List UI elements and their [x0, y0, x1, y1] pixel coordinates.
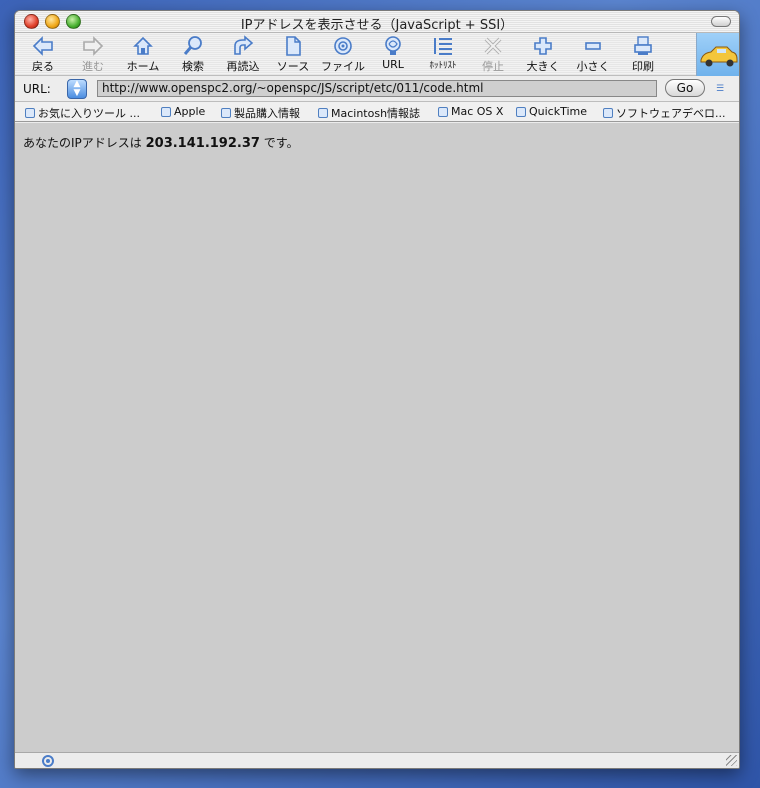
source-label: ソース	[276, 60, 310, 73]
file-label: ファイル	[321, 60, 365, 73]
bigger-button[interactable]: 大きく	[518, 35, 568, 74]
ip-prefix: あなたのIPアドレスは	[23, 136, 142, 150]
favorite-label: QuickTime	[529, 105, 588, 118]
car-logo-icon	[700, 46, 738, 67]
forward-arrow-icon	[68, 35, 118, 57]
folder-icon	[318, 108, 328, 118]
search-icon	[168, 35, 218, 57]
connection-status-icon	[42, 755, 54, 767]
favorite-item[interactable]: Mac OS X	[438, 105, 503, 118]
hotlist-icon	[418, 35, 468, 57]
minus-icon	[568, 35, 618, 57]
source-button[interactable]: ソース	[268, 35, 318, 74]
forward-button[interactable]: 進む	[68, 35, 118, 74]
smaller-button[interactable]: 小さく	[568, 35, 618, 74]
url-field-label: URL:	[23, 82, 51, 96]
url-history-popup[interactable]: ▲ ▼	[67, 79, 87, 99]
ip-message: あなたのIPアドレスは 203.141.192.37 です。	[23, 134, 299, 151]
ip-suffix: です。	[263, 136, 299, 150]
favorite-item[interactable]: ソフトウェアデベロ...	[603, 105, 726, 121]
home-label: ホーム	[126, 60, 160, 73]
favorite-label: Mac OS X	[451, 105, 504, 118]
back-label: 戻る	[32, 60, 54, 73]
reload-icon	[218, 35, 268, 57]
home-icon	[118, 35, 168, 57]
print-icon	[618, 35, 668, 57]
folder-icon	[516, 106, 526, 117]
stop-button[interactable]: 停止	[468, 35, 518, 74]
reload-button[interactable]: 再読込	[218, 35, 268, 74]
favorite-item[interactable]: Macintosh情報誌	[318, 105, 420, 121]
toolbar-toggle-button[interactable]	[711, 16, 731, 27]
favorite-label: お気に入りツール ...	[38, 107, 140, 120]
browser-logo[interactable]	[696, 33, 739, 76]
title-bar[interactable]: IPアドレスを表示させる（JavaScript + SSI）	[15, 11, 739, 33]
document-icon	[438, 106, 448, 117]
home-button[interactable]: ホーム	[118, 35, 168, 74]
favorite-label: 製品購入情報	[234, 107, 300, 120]
folder-icon	[603, 108, 613, 118]
url-input[interactable]: http://www.openspc2.org/~openspc/JS/scri…	[97, 80, 657, 97]
url-button[interactable]: URL	[368, 35, 418, 71]
url-label: URL	[382, 58, 404, 71]
bigger-label: 大きく	[526, 60, 560, 73]
source-icon	[268, 35, 318, 57]
search-button[interactable]: 検索	[168, 35, 218, 74]
status-bar	[15, 752, 739, 768]
favorite-item[interactable]: Apple	[161, 105, 205, 118]
ip-address: 203.141.192.37	[145, 136, 260, 151]
favorite-label: ソフトウェアデベロ...	[616, 107, 726, 120]
folder-icon	[25, 108, 35, 118]
back-button[interactable]: 戻る	[18, 35, 68, 74]
chevron-down-icon: ▼	[73, 88, 81, 98]
stop-label: 停止	[482, 60, 504, 73]
plus-icon	[518, 35, 568, 57]
back-arrow-icon	[18, 35, 68, 57]
folder-icon	[161, 106, 171, 117]
smaller-label: 小さく	[576, 60, 610, 73]
favorite-item[interactable]: QuickTime	[516, 105, 587, 118]
reload-label: 再読込	[226, 60, 260, 73]
page-content: あなたのIPアドレスは 203.141.192.37 です。	[15, 123, 739, 753]
url-icon	[368, 35, 418, 57]
favorite-item[interactable]: お気に入りツール ...	[25, 105, 140, 121]
hotlist-label: ﾎｯﾄﾘｽﾄ	[429, 61, 457, 71]
search-label: 検索	[182, 60, 204, 73]
resize-grip[interactable]	[726, 755, 737, 766]
browser-window: IPアドレスを表示させる（JavaScript + SSI） 戻る 進む ホーム	[14, 10, 740, 769]
go-button[interactable]: Go	[665, 79, 705, 97]
favorite-item[interactable]: 製品購入情報	[221, 105, 300, 121]
hotlist-button[interactable]: ﾎｯﾄﾘｽﾄ	[418, 35, 468, 71]
favorite-label: Apple	[174, 105, 206, 118]
toolbar: 戻る 進む ホーム 検索 再読込 ソース ファイル URL ﾎｯﾄﾘｽﾄ 停止 …	[15, 33, 739, 76]
print-label: 印刷	[632, 60, 654, 73]
file-icon	[318, 35, 368, 57]
page-holder-icon[interactable]: ☰	[715, 84, 725, 94]
forward-label: 進む	[82, 60, 104, 73]
file-button[interactable]: ファイル	[318, 35, 368, 74]
window-title: IPアドレスを表示させる（JavaScript + SSI）	[240, 18, 514, 33]
stop-icon	[468, 35, 518, 57]
print-button[interactable]: 印刷	[618, 35, 668, 74]
favorites-bar: お気に入りツール ... Apple 製品購入情報 Macintosh情報誌 M…	[15, 102, 739, 122]
address-bar: URL: ▲ ▼ http://www.openspc2.org/~opensp…	[15, 76, 739, 102]
favorite-label: Macintosh情報誌	[331, 107, 421, 120]
folder-icon	[221, 108, 231, 118]
